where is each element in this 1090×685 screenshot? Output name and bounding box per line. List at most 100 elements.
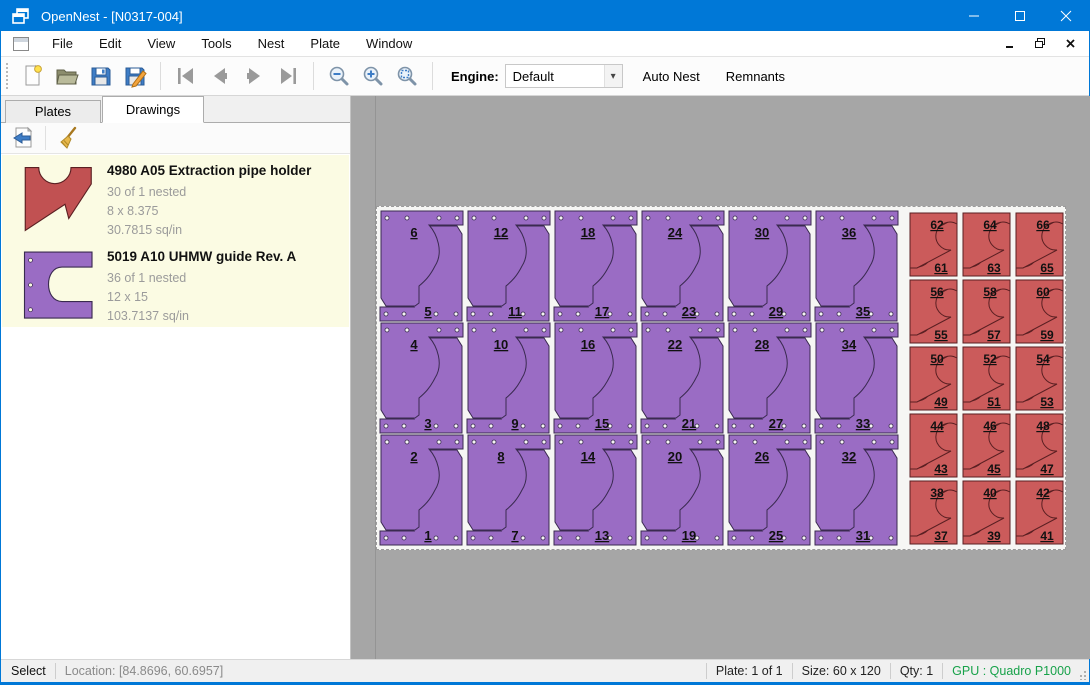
drawings-toolbar [1,123,350,154]
plate[interactable]: 6512111817242330293635431091615222128273… [376,206,1066,550]
save-button[interactable] [84,60,118,92]
mdi-minimize-button[interactable] [999,33,1021,53]
part-thumbnail-red [16,163,102,235]
nested-part-pair[interactable]: 4241 [1016,481,1063,544]
nested-part-pair[interactable]: 2625 [728,435,811,545]
menu-window[interactable]: Window [353,32,425,55]
part-number: 41 [1040,529,1054,543]
nested-part-pair[interactable]: 6261 [910,213,957,276]
part-number: 18 [581,225,595,240]
auto-nest-button[interactable]: Auto Nest [637,64,706,89]
toolbar-grip[interactable] [6,63,10,89]
part-number: 45 [987,462,1001,476]
zoom-in-button[interactable] [356,60,390,92]
nested-part-pair[interactable]: 3231 [815,435,898,545]
menu-edit[interactable]: Edit [86,32,134,55]
menu-view[interactable]: View [134,32,188,55]
zoom-out-button[interactable] [322,60,356,92]
main-toolbar: Engine: Default ▾ Auto Nest Remnants [1,57,1089,96]
chevron-down-icon[interactable]: ▾ [604,65,622,87]
mdi-close-button[interactable] [1059,33,1081,53]
nested-part-pair[interactable]: 4039 [963,481,1010,544]
menu-file[interactable]: File [39,32,86,55]
nested-part-pair[interactable]: 6463 [963,213,1010,276]
part-number: 1 [424,528,431,543]
first-plate-button[interactable] [169,60,203,92]
engine-select[interactable]: Default ▾ [505,64,623,88]
menu-nest[interactable]: Nest [245,32,298,55]
nested-part-pair[interactable]: 3433 [815,323,898,433]
broom-icon [56,126,80,150]
part-number: 24 [668,225,683,240]
toolbar-separator [160,62,161,90]
save-as-button[interactable] [118,60,152,92]
close-button[interactable] [1043,1,1089,31]
nested-part-pair[interactable]: 5049 [910,347,957,410]
nested-part-pair[interactable]: 2019 [641,435,724,545]
nested-part-pair[interactable]: 1817 [554,211,637,321]
menu-plate[interactable]: Plate [297,32,353,55]
nested-part-pair[interactable]: 2423 [641,211,724,321]
nested-part-pair[interactable]: 1211 [467,211,550,321]
nested-part-pair[interactable]: 65 [380,211,463,321]
part-number: 50 [930,352,944,366]
drawing-list-item[interactable]: 4980 A05 Extraction pipe holder 30 of 1 … [2,155,349,241]
nested-part-pair[interactable]: 3029 [728,211,811,321]
maximize-button[interactable] [997,1,1043,31]
nested-part-pair[interactable]: 5655 [910,280,957,343]
part-number: 39 [987,529,1001,543]
nested-part-pair[interactable]: 21 [380,435,463,545]
nested-part-pair[interactable]: 5251 [963,347,1010,410]
part-number: 29 [769,304,783,319]
nested-part-pair[interactable]: 109 [467,323,550,433]
zoom-in-icon [361,64,385,88]
maximize-icon [1014,10,1026,22]
plate-size: Size: 60 x 120 [802,664,881,678]
nesting-canvas[interactable]: 6512111817242330293635431091615222128273… [351,96,1090,659]
mdi-restore-icon [1034,37,1046,49]
nested-part-pair[interactable]: 6665 [1016,213,1063,276]
zoom-fit-button[interactable] [390,60,424,92]
nested-part-pair[interactable]: 6059 [1016,280,1063,343]
import-drawing-button[interactable] [7,125,39,152]
drawing-nested-count: 36 of 1 nested [107,271,186,285]
nested-part-pair[interactable]: 2827 [728,323,811,433]
nested-part-pair[interactable]: 4443 [910,414,957,477]
part-number: 12 [494,225,508,240]
nested-part-pair[interactable]: 4847 [1016,414,1063,477]
tab-drawings[interactable]: Drawings [102,96,204,123]
next-plate-button[interactable] [237,60,271,92]
nested-part-pair[interactable]: 3837 [910,481,957,544]
nested-part-pair[interactable]: 43 [380,323,463,433]
part-number: 63 [987,261,1001,275]
nested-part-pair[interactable]: 3635 [815,211,898,321]
part-number: 55 [934,328,948,342]
window-title: OpenNest - [N0317-004] [41,9,183,24]
part-number: 9 [511,416,518,431]
last-plate-button[interactable] [271,60,305,92]
open-button[interactable] [50,60,84,92]
new-button[interactable] [16,60,50,92]
mdi-minimize-icon [1005,38,1016,49]
mdi-restore-button[interactable] [1029,33,1051,53]
new-file-icon [21,64,45,88]
nested-part-pair[interactable]: 2221 [641,323,724,433]
nested-part-pair[interactable]: 87 [467,435,550,545]
document-icon[interactable] [13,37,29,51]
tab-plates[interactable]: Plates [5,100,101,124]
part-number: 51 [987,395,1001,409]
nested-part-pair[interactable]: 4645 [963,414,1010,477]
nested-part-pair[interactable]: 5453 [1016,347,1063,410]
nested-part-pair[interactable]: 1615 [554,323,637,433]
minimize-button[interactable] [951,1,997,31]
nested-part-pair[interactable]: 5857 [963,280,1010,343]
part-number: 43 [934,462,948,476]
menu-tools[interactable]: Tools [188,32,244,55]
remnants-button[interactable]: Remnants [720,64,791,89]
clear-drawings-button[interactable] [52,125,84,152]
nested-part-pair[interactable]: 1413 [554,435,637,545]
drawing-size: 8 x 8.375 [107,204,158,218]
drawing-list-item[interactable]: 5019 A10 UHMW guide Rev. A 36 of 1 neste… [2,241,349,327]
resize-grip[interactable] [1077,670,1087,680]
previous-plate-button[interactable] [203,60,237,92]
